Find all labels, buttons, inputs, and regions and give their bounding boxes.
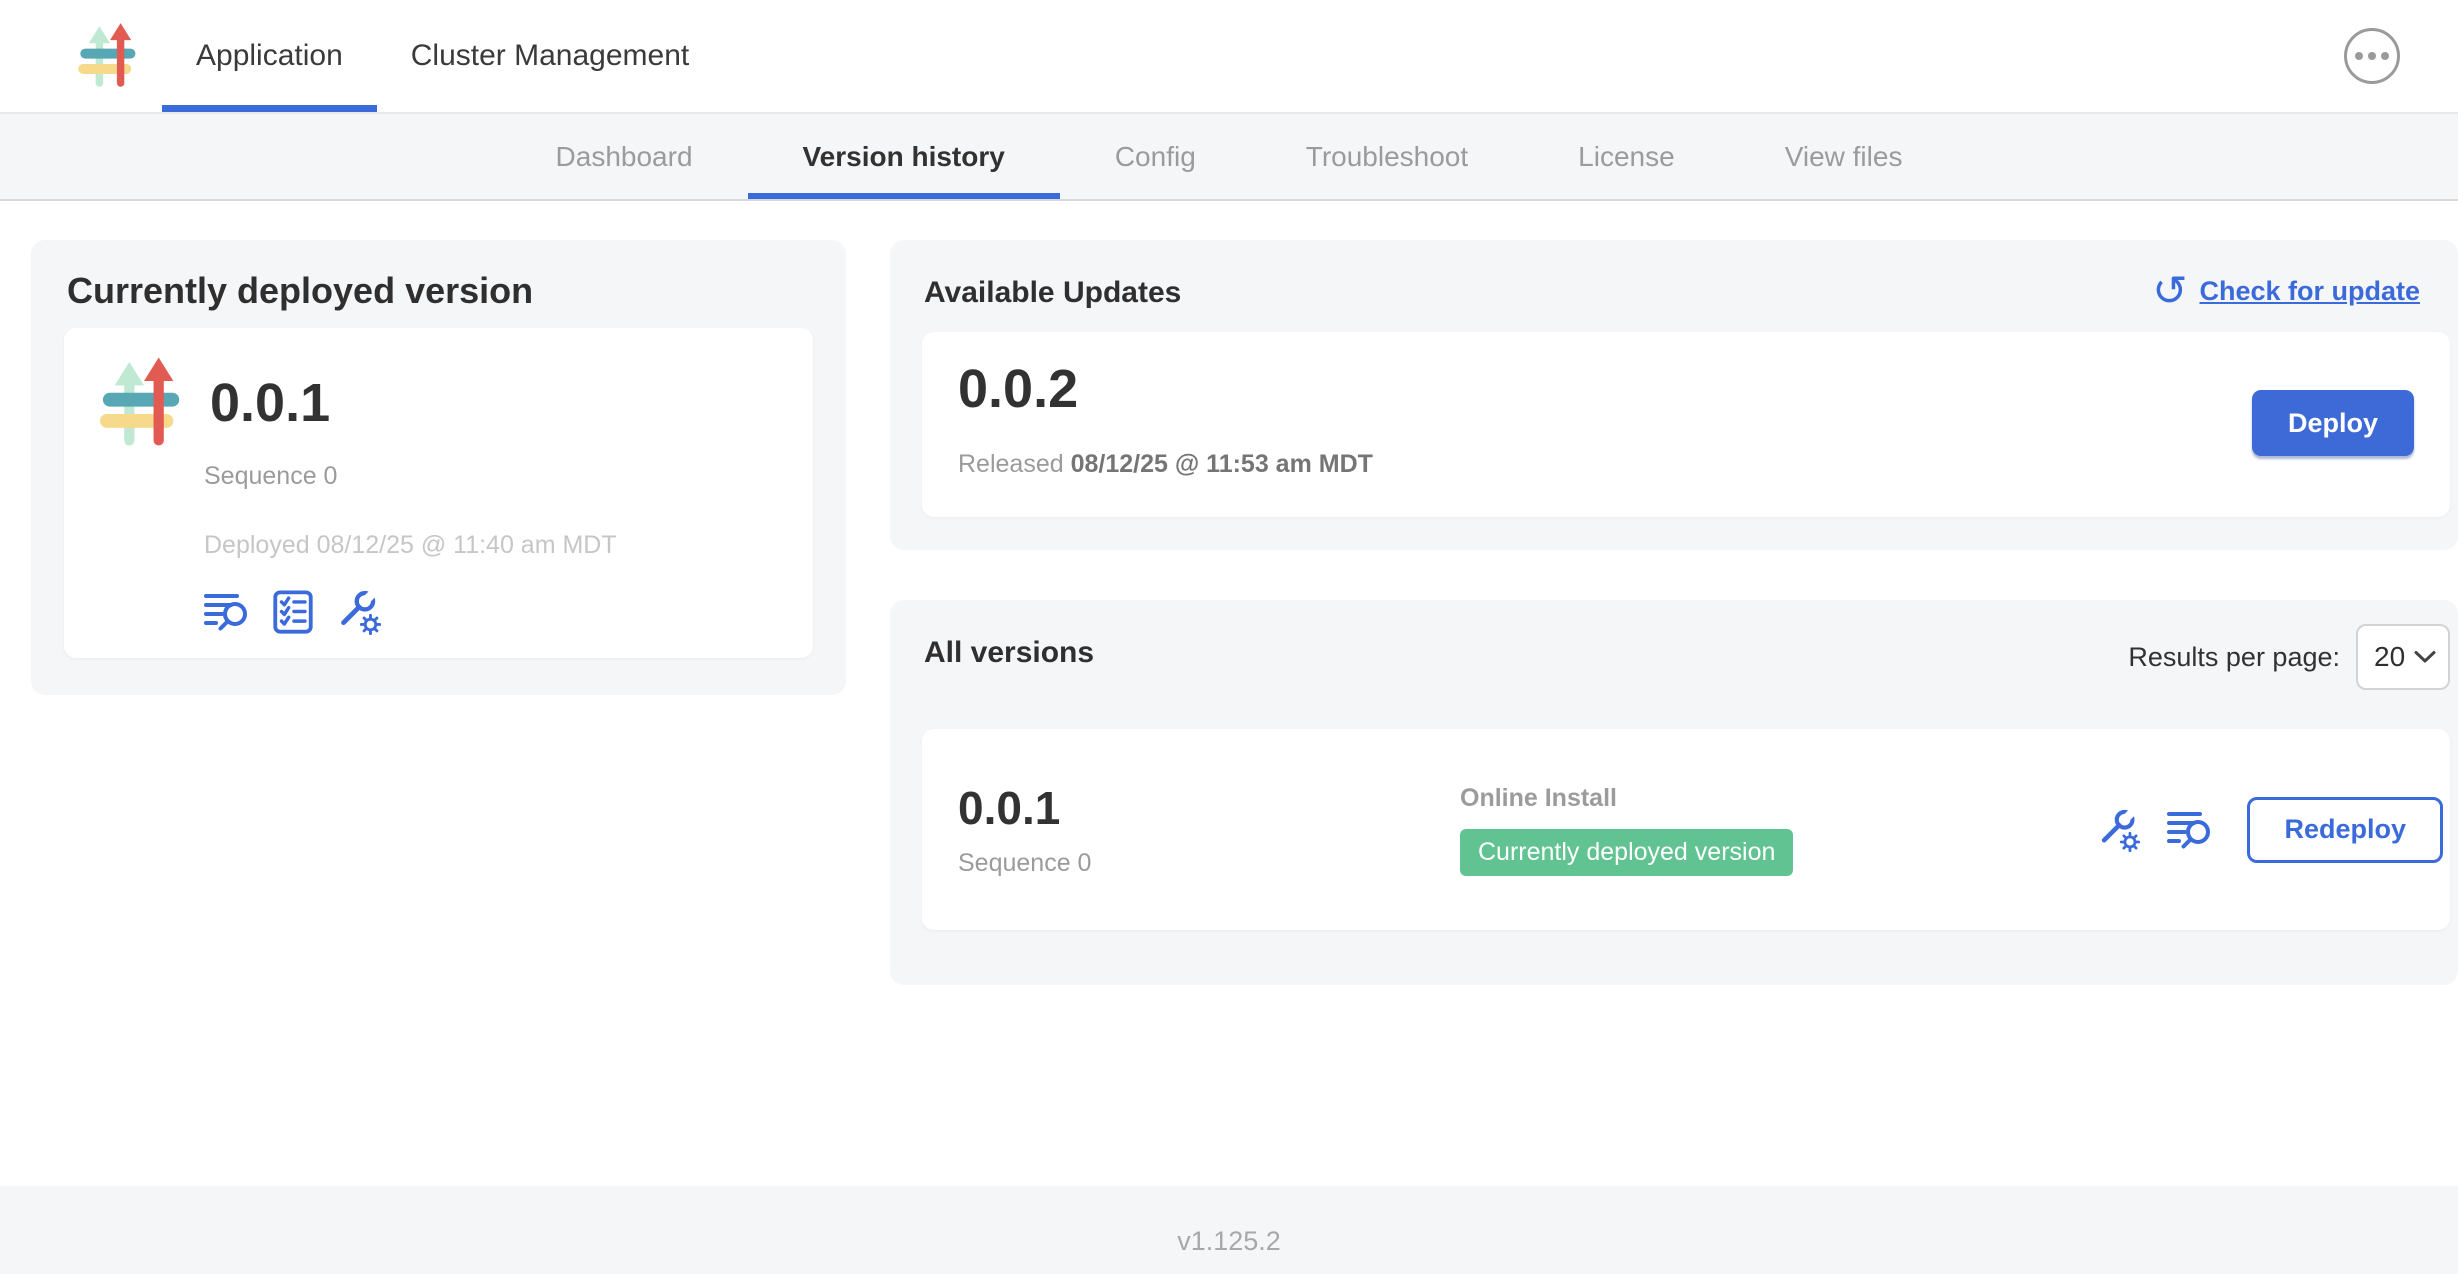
available-updates-card: Available Updates ↺ Check for update 0.0… bbox=[890, 240, 2458, 550]
results-per-page-label: Results per page: bbox=[2128, 642, 2340, 673]
released-prefix: Released bbox=[958, 450, 1064, 478]
tab-application[interactable]: Application bbox=[162, 0, 377, 112]
update-version-number: 0.0.2 bbox=[958, 358, 1078, 420]
released-date: 08/12/25 @ 11:53 am MDT bbox=[1071, 450, 1373, 478]
version-row: 0.0.1 Sequence 0 Online Install Currentl… bbox=[922, 729, 2450, 930]
header-tabs: Application Cluster Management bbox=[162, 0, 723, 112]
chevron-down-icon bbox=[2414, 650, 2436, 664]
tab-view-files[interactable]: View files bbox=[1730, 114, 1958, 199]
row-version-number: 0.0.1 bbox=[958, 781, 1258, 835]
overflow-dot-icon bbox=[2355, 52, 2363, 60]
app-root: Application Cluster Management Dashboard… bbox=[0, 0, 2458, 1274]
install-type-label: Online Install bbox=[1460, 784, 1793, 813]
tab-license[interactable]: License bbox=[1523, 114, 1730, 199]
check-for-update-link[interactable]: ↺ Check for update bbox=[2152, 270, 2420, 312]
results-per-page: Results per page: 20 bbox=[2128, 624, 2450, 690]
console-version: v1.125.2 bbox=[1177, 1226, 1281, 1274]
config-icon[interactable] bbox=[2095, 807, 2141, 853]
row-sequence: Sequence 0 bbox=[958, 849, 1258, 878]
available-updates-title: Available Updates bbox=[924, 276, 1181, 310]
release-notes-icon[interactable] bbox=[2165, 808, 2215, 852]
redeploy-button[interactable]: Redeploy bbox=[2247, 797, 2443, 863]
check-for-update-label: Check for update bbox=[2199, 276, 2420, 307]
all-versions-title: All versions bbox=[924, 636, 1094, 670]
footer: v1.125.2 bbox=[0, 1186, 2458, 1274]
deployed-version-actions bbox=[202, 588, 813, 636]
config-icon[interactable] bbox=[334, 588, 382, 636]
app-logo-icon bbox=[100, 354, 188, 452]
all-versions-card: All versions Results per page: 20 0.0.1 … bbox=[890, 600, 2458, 985]
version-row-info: 0.0.1 Sequence 0 bbox=[958, 781, 1258, 878]
overflow-dot-icon bbox=[2368, 52, 2376, 60]
version-row-actions: Redeploy bbox=[2095, 797, 2443, 863]
deployed-sequence: Sequence 0 bbox=[204, 462, 813, 491]
overflow-menu-button[interactable] bbox=[2344, 28, 2400, 84]
app-logo-icon bbox=[78, 21, 142, 91]
update-released-timestamp: Released 08/12/25 @ 11:53 am MDT bbox=[958, 450, 1373, 479]
release-notes-icon[interactable] bbox=[202, 590, 252, 634]
tab-config[interactable]: Config bbox=[1060, 114, 1251, 199]
deployed-timestamp: Deployed 08/12/25 @ 11:40 am MDT bbox=[204, 531, 813, 560]
tab-dashboard[interactable]: Dashboard bbox=[501, 114, 748, 199]
header-spacer bbox=[723, 0, 2344, 112]
app-nav: Dashboard Version history Config Trouble… bbox=[0, 114, 2458, 201]
overflow-dot-icon bbox=[2381, 52, 2389, 60]
tab-troubleshoot[interactable]: Troubleshoot bbox=[1251, 114, 1523, 199]
currently-deployed-title: Currently deployed version bbox=[67, 270, 533, 312]
refresh-icon: ↺ bbox=[2152, 270, 2187, 312]
currently-deployed-card: Currently deployed version 0.0.1 Sequenc… bbox=[31, 240, 846, 695]
currently-deployed-version-panel: 0.0.1 Sequence 0 Deployed 08/12/25 @ 11:… bbox=[64, 328, 813, 658]
deployed-version-number: 0.0.1 bbox=[210, 372, 330, 434]
update-row: 0.0.2 Released 08/12/25 @ 11:53 am MDT D… bbox=[922, 332, 2450, 517]
deploy-button[interactable]: Deploy bbox=[2252, 390, 2414, 456]
tab-cluster-management[interactable]: Cluster Management bbox=[377, 0, 723, 112]
version-row-status: Online Install Currently deployed versio… bbox=[1460, 784, 1793, 876]
results-per-page-value: 20 bbox=[2374, 641, 2405, 673]
results-per-page-select[interactable]: 20 bbox=[2356, 624, 2450, 690]
preflight-checks-icon[interactable] bbox=[270, 589, 316, 635]
tab-version-history[interactable]: Version history bbox=[748, 114, 1060, 199]
currently-deployed-badge: Currently deployed version bbox=[1460, 829, 1793, 876]
top-header: Application Cluster Management bbox=[0, 0, 2458, 114]
